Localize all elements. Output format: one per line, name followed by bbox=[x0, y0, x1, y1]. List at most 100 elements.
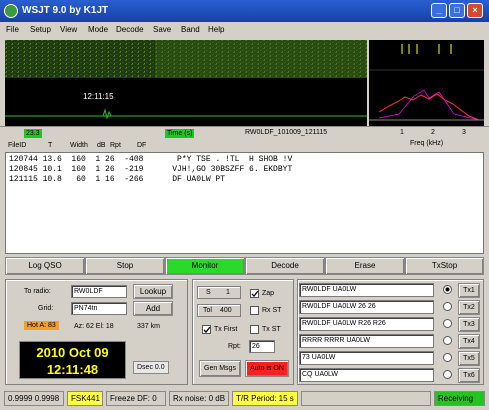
tx-button[interactable]: Tx4 bbox=[458, 334, 480, 349]
spectrum-plot[interactable] bbox=[369, 40, 484, 126]
time-offset-box: 23.3 bbox=[24, 129, 42, 138]
tx-button[interactable]: Tx3 bbox=[458, 317, 480, 332]
freq-axis-label: Freq (kHz) bbox=[410, 140, 444, 147]
radio-dot-icon bbox=[445, 287, 450, 292]
tx-message-input[interactable]: RRRR RRRR UA0LW bbox=[299, 334, 434, 348]
tol-label: Tol bbox=[203, 307, 212, 314]
file-name: RW0LDF_101009_121115 bbox=[245, 129, 328, 136]
rx-noise: Rx noise: 0 dB bbox=[169, 391, 229, 406]
decoded-text-box[interactable]: 120744 13.6 160 1 26 -408 P*Y TSE . !TL … bbox=[5, 152, 484, 254]
minimize-button[interactable]: _ bbox=[431, 3, 447, 18]
title-bar: WSJT 9.0 by K1JT _ □ × bbox=[0, 0, 489, 22]
tol-value: 400 bbox=[220, 307, 232, 314]
txst-checkbox[interactable] bbox=[250, 325, 259, 334]
check-icon bbox=[203, 326, 211, 333]
clock-date: 2010 Oct 09 bbox=[36, 345, 109, 360]
menu-band[interactable]: Band bbox=[181, 25, 200, 34]
mode-indicator: FSK441 bbox=[67, 391, 103, 406]
audio-levels: 0.9999 0.9998 bbox=[4, 391, 64, 406]
tx-radio[interactable] bbox=[443, 319, 452, 328]
status-spacer bbox=[301, 391, 431, 406]
tx-button[interactable]: Tx6 bbox=[458, 368, 480, 383]
app-icon bbox=[4, 4, 18, 18]
dsec-display: Dsec 0.0 bbox=[133, 361, 169, 374]
receiving-indicator: Receiving bbox=[434, 391, 485, 406]
stop-button[interactable]: Stop bbox=[85, 257, 165, 275]
menu-view[interactable]: View bbox=[60, 25, 77, 34]
rpt-input[interactable]: 26 bbox=[249, 340, 275, 353]
s-label: S bbox=[206, 289, 211, 296]
tx-radio[interactable] bbox=[443, 353, 452, 362]
zap-checkbox[interactable] bbox=[250, 289, 259, 298]
tx-radio[interactable] bbox=[443, 370, 452, 379]
grid-input[interactable]: PN74tn bbox=[71, 302, 127, 315]
col-db: dB bbox=[97, 142, 106, 149]
time-axis-label: Time (s) bbox=[165, 129, 195, 138]
decode-line: 120845 10.1 160 1 26 -219 VJH!,GO 30BSZF… bbox=[9, 165, 293, 174]
menu-file[interactable]: File bbox=[6, 25, 19, 34]
freq-tick-3: 3 bbox=[462, 129, 466, 136]
txstop-button[interactable]: TxStop bbox=[405, 257, 484, 275]
maximize-button[interactable]: □ bbox=[449, 3, 465, 18]
distance-label: 337 km bbox=[137, 323, 160, 330]
menu-save[interactable]: Save bbox=[153, 25, 171, 34]
txfirst-checkbox[interactable] bbox=[202, 325, 211, 334]
col-t: T bbox=[48, 142, 53, 149]
col-rpt: Rpt bbox=[110, 142, 121, 149]
tx-message-input[interactable]: RW0LDF UA0LW 26 26 bbox=[299, 300, 434, 314]
col-fileid: FileID bbox=[8, 142, 27, 149]
tx-radio[interactable] bbox=[443, 302, 452, 311]
hot-a-label: Hot A: 83 bbox=[24, 321, 59, 330]
action-button-row: Log QSO Stop Monitor Decode Erase TxStop bbox=[5, 257, 484, 275]
to-radio-label: To radio: bbox=[24, 288, 51, 295]
tx-message-input[interactable]: RW0LDF UA0LW R26 R26 bbox=[299, 317, 434, 331]
auto-button[interactable]: Auto is ON bbox=[245, 360, 289, 377]
menu-help[interactable]: Help bbox=[208, 25, 224, 34]
utc-clock: 2010 Oct 09 12:11:48 bbox=[19, 341, 126, 379]
waterfall-display[interactable]: 12:11:15 bbox=[5, 40, 367, 126]
tx-button[interactable]: Tx1 bbox=[458, 283, 480, 298]
close-button[interactable]: × bbox=[467, 3, 483, 18]
freeze-df: Freeze DF: 0 bbox=[106, 391, 166, 406]
menu-decode[interactable]: Decode bbox=[116, 25, 144, 34]
erase-button[interactable]: Erase bbox=[325, 257, 405, 275]
decode-line: 121115 10.8 60 1 16 -266 DF UA0LW PT bbox=[9, 175, 226, 184]
window-title: WSJT 9.0 by K1JT bbox=[22, 5, 109, 16]
divider bbox=[0, 126, 489, 127]
tol-spinner[interactable]: Tol 400 bbox=[197, 304, 241, 317]
menu-setup[interactable]: Setup bbox=[30, 25, 51, 34]
txst-label: Tx ST bbox=[262, 326, 281, 333]
log-qso-button[interactable]: Log QSO bbox=[5, 257, 85, 275]
add-button[interactable]: Add bbox=[133, 301, 173, 316]
txfirst-label: Tx First bbox=[214, 326, 238, 333]
zap-label: Zap bbox=[262, 290, 275, 297]
grid-label: Grid: bbox=[38, 305, 54, 312]
menu-bar: File Setup View Mode Decode Save Band He… bbox=[0, 22, 489, 38]
tr-period: T/R Period: 15 s bbox=[232, 391, 298, 406]
spectrum-graphic bbox=[369, 44, 484, 121]
menu-mode[interactable]: Mode bbox=[88, 25, 108, 34]
col-width: Width bbox=[70, 142, 88, 149]
tx-message-input[interactable]: 73 UA0LW bbox=[299, 351, 434, 365]
tx-message-input[interactable]: RW0LDF UA0LW bbox=[299, 283, 434, 297]
rxst-label: Rx ST bbox=[262, 307, 282, 314]
s-value: 1 bbox=[226, 289, 230, 296]
tx-message-input[interactable]: CQ UA0LW bbox=[299, 368, 434, 382]
col-df: DF bbox=[137, 142, 147, 149]
monitor-button[interactable]: Monitor bbox=[165, 257, 245, 275]
az-el-label: Az: 62 El: 18 bbox=[74, 323, 114, 330]
tx-button[interactable]: Tx5 bbox=[458, 351, 480, 366]
lookup-button[interactable]: Lookup bbox=[133, 284, 173, 299]
s-spinner[interactable]: S 1 bbox=[197, 286, 241, 299]
tx-radio[interactable] bbox=[443, 336, 452, 345]
to-radio-input[interactable]: RW0LDF bbox=[71, 285, 127, 298]
decode-button[interactable]: Decode bbox=[245, 257, 325, 275]
rxst-checkbox[interactable] bbox=[250, 306, 259, 315]
rpt-label: Rpt: bbox=[228, 343, 241, 350]
gen-msgs-button[interactable]: Gen Msgs bbox=[199, 360, 241, 377]
decode-line: 120744 13.6 160 1 26 -408 P*Y TSE . !TL … bbox=[9, 155, 293, 164]
spectrum-time: 12:11:15 bbox=[83, 92, 114, 101]
tx-radio[interactable] bbox=[443, 285, 452, 294]
tx-button[interactable]: Tx2 bbox=[458, 300, 480, 315]
freq-tick-2: 2 bbox=[431, 129, 435, 136]
